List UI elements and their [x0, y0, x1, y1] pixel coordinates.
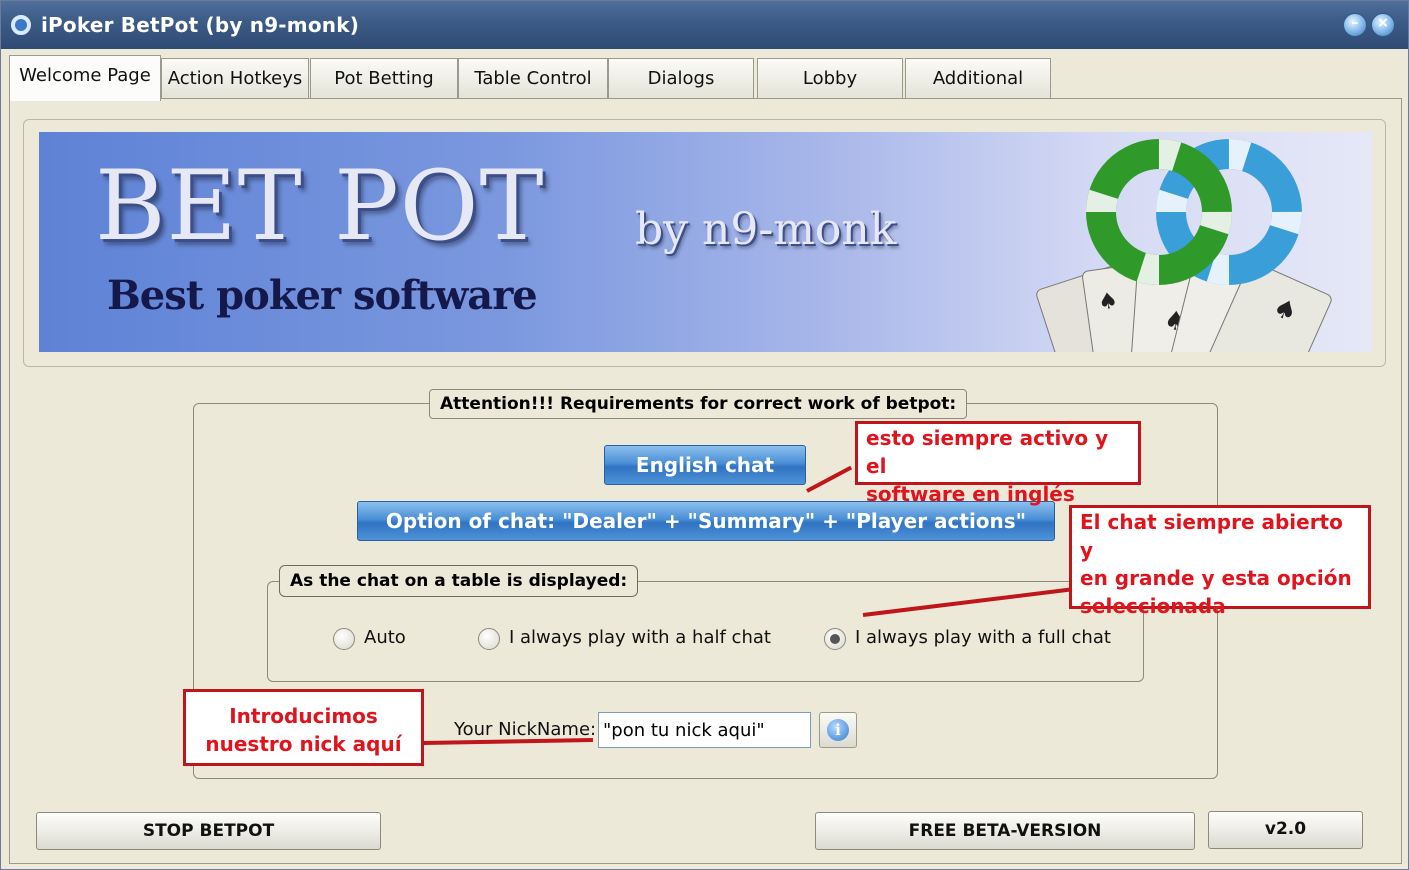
- annotation-nickname: Introducimos nuestro nick aquí: [183, 689, 424, 766]
- chat-display-legend: As the chat on a table is displayed:: [279, 565, 639, 597]
- lifebuoy-cards-logo: ♠ ♠ ♠ ♠: [1036, 139, 1332, 352]
- annotation-1-line-2: software en inglés: [866, 482, 1075, 506]
- annotation-full-chat: El chat siempre abierto y en grande y es…: [1069, 505, 1371, 618]
- tab-table-control[interactable]: Table Control: [458, 58, 608, 100]
- minimize-icon: –: [1351, 15, 1359, 31]
- radio-half-chat-label: I always play with a half chat: [509, 627, 771, 648]
- free-beta-version-button[interactable]: FREE BETA-VERSION: [815, 812, 1195, 850]
- tab-lobby[interactable]: Lobby: [757, 58, 903, 100]
- close-icon: ×: [1377, 15, 1389, 31]
- annotation-3-line-1: Introducimos: [229, 704, 378, 728]
- radio-full-chat-label: I always play with a full chat: [855, 627, 1111, 648]
- radio-auto-indicator[interactable]: [333, 628, 355, 650]
- english-chat-button[interactable]: English chat: [604, 445, 806, 485]
- annotation-2-line-1: El chat siempre abierto y: [1080, 510, 1343, 562]
- app-icon: [11, 15, 31, 35]
- radio-half-chat-indicator[interactable]: [478, 628, 500, 650]
- requirements-legend: Attention!!! Requirements for correct wo…: [429, 389, 968, 419]
- minimize-button[interactable]: –: [1343, 13, 1367, 37]
- banner-byline: by n9-monk: [635, 204, 897, 255]
- annotation-2-line-3: seleccionada: [1080, 594, 1226, 618]
- annotation-1-line-1: esto siempre activo y el: [866, 426, 1109, 478]
- tab-pot-betting[interactable]: Pot Betting: [310, 58, 458, 100]
- tab-action-hotkeys[interactable]: Action Hotkeys: [161, 58, 309, 100]
- nickname-info-button[interactable]: i: [819, 712, 857, 748]
- stop-betpot-button[interactable]: STOP BETPOT: [36, 812, 381, 850]
- tab-dialogs[interactable]: Dialogs: [608, 58, 754, 100]
- title-bar[interactable]: iPoker BetPot (by n9-monk) – ×: [1, 1, 1408, 49]
- radio-full-chat-indicator[interactable]: [824, 628, 846, 650]
- app-window: iPoker BetPot (by n9-monk) – × Welcome P…: [0, 0, 1409, 870]
- nickname-input[interactable]: [598, 712, 811, 748]
- annotation-3-line-2: nuestro nick aquí: [205, 732, 402, 756]
- radio-auto-label: Auto: [364, 627, 406, 648]
- nickname-label: Your NickName:: [454, 719, 597, 740]
- annotation-2-line-2: en grande y esta opción: [1080, 566, 1352, 590]
- annotation-english-chat: esto siempre activo y el software en ing…: [855, 421, 1141, 506]
- tab-welcome-page[interactable]: Welcome Page: [9, 55, 161, 101]
- close-button[interactable]: ×: [1371, 13, 1395, 37]
- banner-tagline: Best poker software: [107, 272, 538, 319]
- banner: BET POT by n9-monk Best poker software ♠…: [39, 132, 1372, 352]
- svg-text:♠: ♠: [1097, 288, 1120, 316]
- banner-title: BET POT: [95, 150, 545, 262]
- window-title: iPoker BetPot (by n9-monk): [41, 13, 360, 37]
- tab-additional[interactable]: Additional: [905, 58, 1051, 100]
- info-icon: i: [827, 719, 849, 741]
- version-button[interactable]: v2.0: [1208, 811, 1363, 849]
